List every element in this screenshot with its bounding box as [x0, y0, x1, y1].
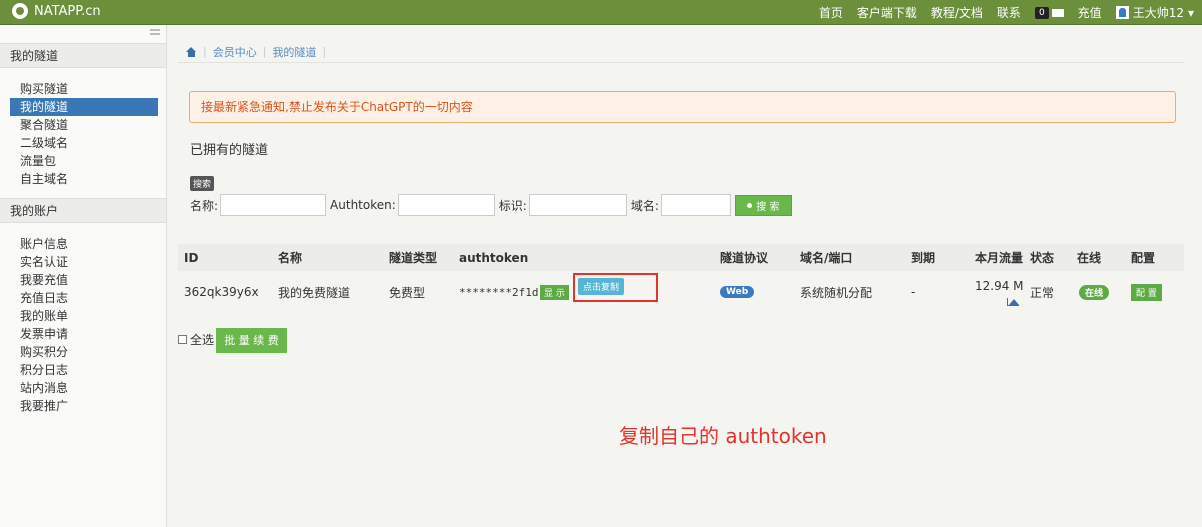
- sidebar-item-subdomain[interactable]: 二级域名: [10, 134, 158, 152]
- nav-home[interactable]: 首页: [819, 4, 843, 21]
- col-expire: 到期: [911, 251, 936, 265]
- message-count-badge: 0: [1034, 6, 1049, 19]
- batch-renew-button[interactable]: 批 量 续 费: [216, 328, 287, 353]
- col-protocol: 隧道协议: [720, 251, 769, 265]
- section-title: 已拥有的隧道: [190, 143, 269, 158]
- sidebar-item-billing[interactable]: 我的账单: [10, 307, 158, 325]
- sidebar-section-account: 我的账户: [0, 198, 166, 223]
- sidebar-section-tunnels: 我的隧道: [0, 43, 166, 68]
- sidebar-item-custom-domain[interactable]: 自主域名: [10, 170, 158, 188]
- main-content: | 会员中心 | 我的隧道 | 接最新紧急通知,禁止发布关于ChatGPT的一切…: [178, 25, 1188, 525]
- home-icon[interactable]: [186, 46, 197, 57]
- table-row: 362qk39y6x 我的免费隧道 免费型 ********2f1d 显 示 点…: [178, 271, 1184, 313]
- sidebar-item-invoice[interactable]: 发票申请: [10, 325, 158, 343]
- authtoken-input[interactable]: [397, 194, 495, 216]
- logo-icon: [12, 3, 28, 19]
- select-all[interactable]: 全选: [178, 331, 214, 348]
- sidebar-item-referral[interactable]: 我要推广: [10, 397, 158, 415]
- user-icon: [1115, 6, 1129, 19]
- sidebar-account-menu: 账户信息 实名认证 我要充值 充值日志 我的账单 发票申请 购买积分 积分日志 …: [10, 235, 158, 415]
- domain-label: 域名:: [630, 198, 659, 213]
- tag-label: 标识:: [498, 198, 527, 213]
- col-name: 名称: [278, 251, 303, 265]
- name-input[interactable]: [220, 194, 327, 216]
- sidebar-item-messages[interactable]: 站内消息: [10, 379, 158, 397]
- tunnel-expire: -: [911, 285, 916, 299]
- sidebar-collapse-icon[interactable]: [150, 29, 160, 35]
- copy-authtoken-button[interactable]: 点击复制: [578, 278, 625, 295]
- breadcrumb-member-center[interactable]: 会员中心: [213, 44, 257, 60]
- brand[interactable]: NATAPP.cn: [12, 3, 101, 19]
- username: 王大帅12: [1132, 6, 1184, 20]
- sidebar-item-recharge-log[interactable]: 充值日志: [10, 289, 158, 307]
- sidebar-item-traffic-pack[interactable]: 流量包: [10, 152, 158, 170]
- show-authtoken-button[interactable]: 显 示: [540, 284, 569, 300]
- sidebar-tunnel-menu: 购买隧道 我的隧道 聚合隧道 二级域名 流量包 自主域名: [10, 80, 158, 188]
- col-online: 在线: [1077, 251, 1102, 265]
- breadcrumb: | 会员中心 | 我的隧道 |: [178, 41, 1184, 63]
- sidebar: 我的隧道 购买隧道 我的隧道 聚合隧道 二级域名 流量包 自主域名 我的账户 账…: [0, 25, 167, 527]
- domain-input[interactable]: [660, 194, 731, 216]
- nav-client-download[interactable]: 客户端下载: [857, 4, 917, 21]
- tunnel-table: ID 名称 隧道类型 authtoken 隧道协议 域名/端口 到期 本月流量 …: [178, 244, 1184, 313]
- tag-input[interactable]: [528, 194, 627, 216]
- traffic-chart-icon[interactable]: [1007, 298, 1019, 306]
- sidebar-item-buy-points[interactable]: 购买积分: [10, 343, 158, 361]
- top-navbar: NATAPP.cn 首页 客户端下载 教程/文档 联系 0 充值 王大帅12 ▾: [0, 0, 1202, 25]
- protocol-badge: Web: [720, 286, 755, 298]
- col-id: ID: [184, 250, 199, 265]
- search-badge: 搜索: [190, 176, 215, 191]
- select-all-label: 全选: [190, 333, 215, 347]
- nav-docs[interactable]: 教程/文档: [931, 4, 983, 21]
- online-badge: 在线: [1079, 284, 1110, 300]
- tunnel-traffic: 12.94 M: [975, 279, 1024, 293]
- col-config: 配置: [1131, 251, 1156, 265]
- sidebar-item-account-info[interactable]: 账户信息: [10, 235, 158, 253]
- tunnel-domain: 系统随机分配: [800, 285, 873, 300]
- col-domain: 域名/端口: [800, 251, 853, 265]
- authtoken-label: Authtoken:: [330, 198, 396, 212]
- config-button[interactable]: 配 置: [1131, 283, 1162, 301]
- sidebar-item-aggregate-tunnel[interactable]: 聚合隧道: [10, 116, 158, 134]
- brand-name: NATAPP.cn: [34, 3, 101, 19]
- sidebar-item-buy-tunnel[interactable]: 购买隧道: [10, 80, 158, 98]
- authtoken-value: ********2f1d: [459, 285, 539, 299]
- col-authtoken: authtoken: [459, 250, 529, 265]
- col-type: 隧道类型: [389, 251, 438, 265]
- col-traffic: 本月流量: [975, 251, 1024, 265]
- user-menu[interactable]: 王大帅12 ▾: [1115, 4, 1194, 21]
- tunnel-name: 我的免费隧道: [278, 285, 351, 300]
- breadcrumb-my-tunnels[interactable]: 我的隧道: [272, 44, 316, 60]
- sidebar-item-verification[interactable]: 实名认证: [10, 253, 158, 271]
- mail-icon: [1051, 8, 1064, 17]
- tunnel-type: 免费型: [389, 285, 426, 300]
- search-icon: [747, 202, 753, 208]
- table-header: ID 名称 隧道类型 authtoken 隧道协议 域名/端口 到期 本月流量 …: [178, 244, 1184, 271]
- select-all-checkbox[interactable]: [178, 335, 187, 344]
- col-status: 状态: [1030, 251, 1055, 265]
- notice-alert: 接最新紧急通知,禁止发布关于ChatGPT的一切内容: [189, 91, 1176, 123]
- nav-recharge[interactable]: 充值: [1078, 4, 1102, 21]
- caret-down-icon: ▾: [1187, 5, 1194, 20]
- search-form: 名称: Authtoken: 标识: 域名: 搜 索: [190, 194, 792, 216]
- sidebar-item-recharge[interactable]: 我要充值: [10, 271, 158, 289]
- name-label: 名称:: [190, 198, 219, 213]
- search-button[interactable]: 搜 索: [734, 194, 792, 216]
- annotation-text: 复制自己的 authtoken: [619, 424, 827, 448]
- sidebar-item-my-tunnels[interactable]: 我的隧道: [10, 98, 158, 116]
- tunnel-id: 362qk39y6x: [184, 285, 259, 299]
- top-nav: 首页 客户端下载 教程/文档 联系 0 充值 王大帅12 ▾: [819, 0, 1194, 25]
- tunnel-status: 正常: [1030, 285, 1055, 300]
- sidebar-item-points-log[interactable]: 积分日志: [10, 361, 158, 379]
- nav-contact[interactable]: 联系: [997, 4, 1021, 21]
- messages-button[interactable]: 0: [1034, 6, 1064, 19]
